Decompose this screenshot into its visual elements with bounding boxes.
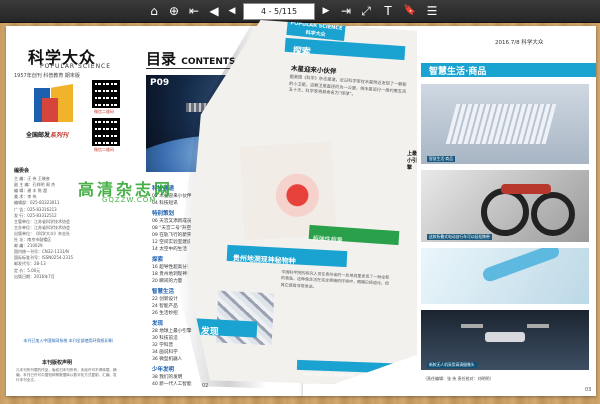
left-page-number: 02	[202, 383, 209, 389]
product-image-building[interactable]: 智慧生活·商品	[421, 84, 589, 164]
last-page-icon[interactable]: ⇥	[338, 3, 354, 19]
qr-code-icon	[92, 118, 120, 146]
explore-band: 探索	[284, 37, 406, 61]
magazine-brand-sub: POPULAR SCIENCE	[40, 63, 112, 70]
credits-heading: 编委会	[14, 168, 30, 174]
zoom-icon[interactable]: ⊕	[166, 3, 182, 19]
image-caption: 新款无人机采用高清摄像头	[427, 362, 477, 368]
product-image-scooter[interactable]: 这款折叠式电动自行车可以轻松携带	[421, 170, 589, 242]
publisher-logo-text: 全国邮发系列刊	[26, 132, 69, 139]
cave-species-band: 贵州地洞现神秘物种	[226, 244, 348, 268]
text-icon[interactable]: T	[380, 3, 396, 19]
prev-arrow-icon[interactable]: ◀	[224, 3, 240, 19]
hero-page-label: P09	[150, 78, 170, 88]
section-title: 智慧生活·商品	[429, 67, 487, 77]
home-icon[interactable]: ⌂	[146, 3, 162, 19]
product-image-drone[interactable]: 新款无人机采用高清摄像头	[421, 310, 589, 370]
copyright-heading: 本刊版权声明	[42, 360, 73, 366]
article-body-2: 中国科学院的研究人员在贵州省的一处地洞里发现了一种全新的盲鱼，这种鱼生活在完全黑…	[280, 269, 390, 289]
viewer-toolbar: ⌂ ⊕ ⇤ ◀ ◀ 4 - 5/115 ▶ ⇥ ⤢ T 🔖 ☰	[0, 0, 600, 23]
notice-text: 本刊已加入中国知网系统 本刊全部使用环保纸印刷	[23, 338, 113, 343]
article-body: 据美国《科学》杂志报道，近日科学家在木星附近发现了一颗新的小卫星，这颗卫星直径约…	[288, 73, 407, 97]
qr-label: 微信二维码	[94, 147, 114, 152]
bookmark-icon[interactable]: 🔖	[402, 3, 418, 19]
issue-date: 2016.7/8 科学大众	[495, 40, 544, 46]
menu-icon[interactable]: ☰	[424, 3, 440, 19]
explore-label: 探索	[292, 46, 312, 58]
first-page-icon[interactable]: ⇤	[186, 3, 202, 19]
qr-label: 微信二维码	[94, 109, 114, 114]
product-image-gadget[interactable]	[421, 248, 589, 304]
cave-species-label: 贵州地洞现神秘物种	[232, 254, 296, 266]
publisher-logo-icon	[34, 84, 80, 128]
superelastic-label: 超弹性超量	[312, 235, 343, 245]
crystal-photo[interactable]	[215, 290, 275, 346]
discover-band: 发现	[194, 318, 258, 338]
issue-line: 1957年创刊 科普教育 期末版	[14, 73, 80, 79]
page-indicator-input[interactable]: 4 - 5/115	[243, 3, 315, 20]
next-page-icon[interactable]: ▶	[318, 3, 334, 19]
section-header: 智慧生活·商品	[421, 63, 596, 77]
image-caption: 这款折叠式电动自行车可以轻松携带	[427, 234, 492, 240]
right-page-number: 03	[585, 387, 592, 393]
superelastic-band: 超弹性超量	[308, 224, 400, 246]
prev-page-icon[interactable]: ◀	[206, 3, 222, 19]
fit-icon[interactable]: ⤢	[358, 3, 374, 19]
discover-label: 发现	[200, 326, 220, 338]
engine-headline: 上最小引擎	[407, 151, 418, 171]
copyright-text: 凡本刊所刊载的作品，版权归本刊所有，未经许可不得转载、摘编。本刊已许可中国知网等…	[16, 368, 117, 382]
watermark-url: GQZZW.COM	[102, 196, 157, 204]
toc-title: 目录 CONTENTS	[146, 50, 236, 68]
qr-code-icon	[92, 80, 120, 108]
image-caption: 智慧生活·商品	[427, 156, 455, 162]
editor-credit: （责任编辑：张 伟 责任校对：刘明明）	[423, 376, 494, 381]
credit-line: 出版日期：2016年7月	[14, 273, 55, 279]
footer-label: www.kxdz.com 高清杂志网	[302, 371, 354, 378]
